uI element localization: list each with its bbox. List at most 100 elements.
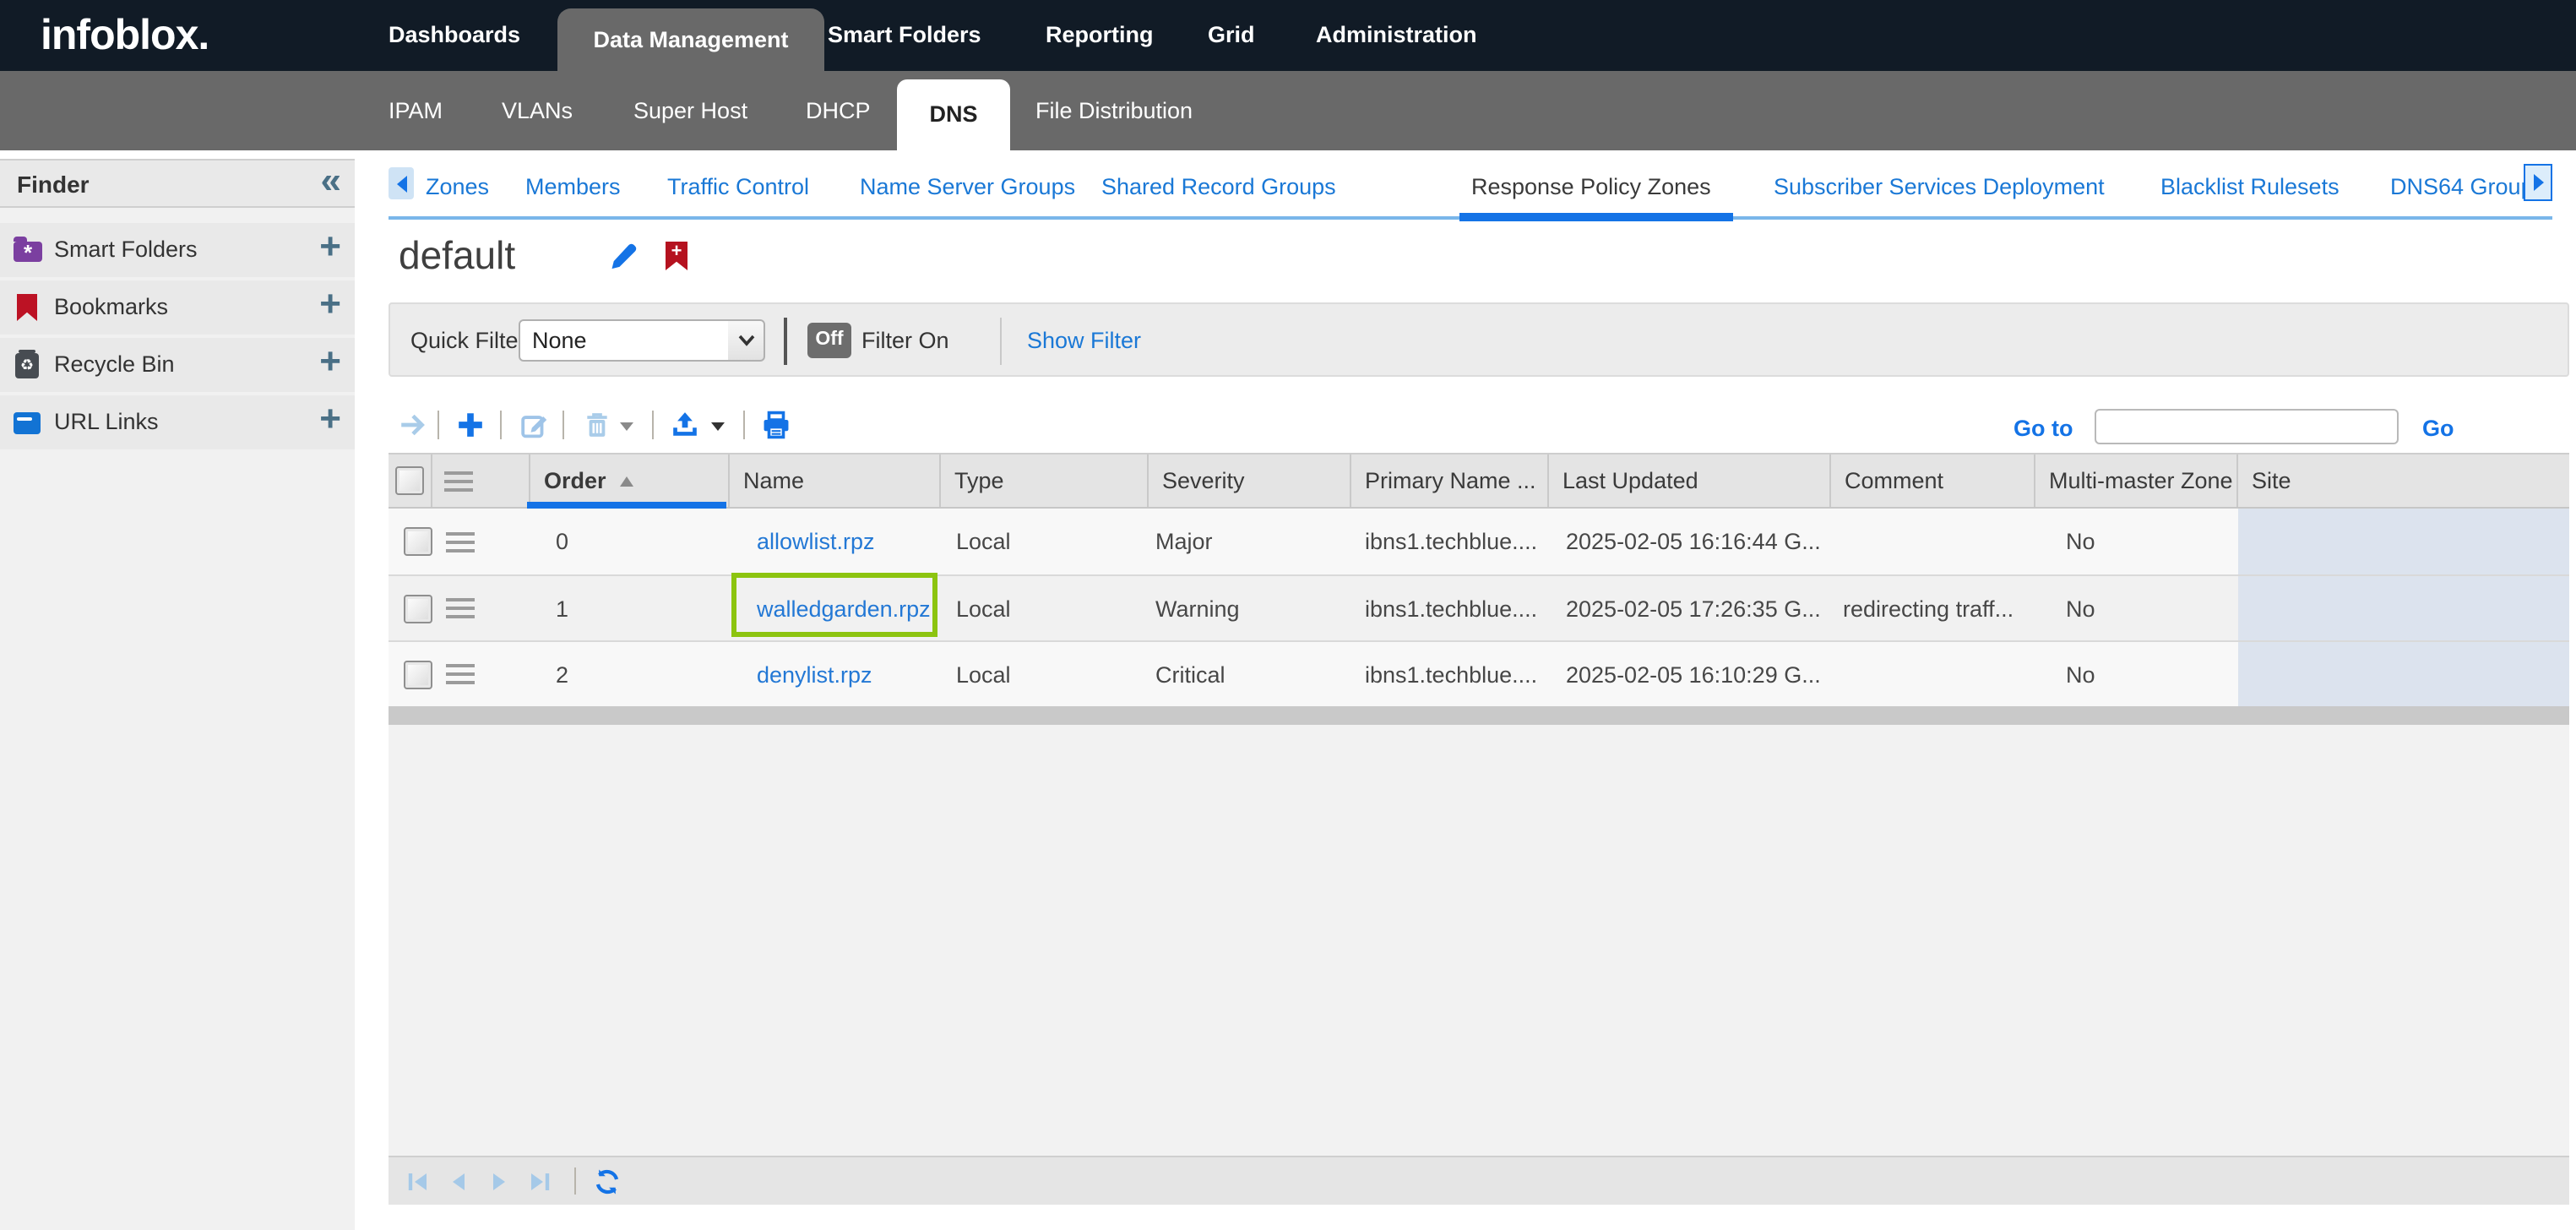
finder-header: Finder « [0,161,355,208]
row-checkbox[interactable] [403,594,432,623]
cell-comment: redirecting traff... [1831,596,2035,621]
row-checkbox[interactable] [403,660,432,688]
column-header-multi-master-zone[interactable]: Multi-master Zone [2035,454,2238,507]
print-icon[interactable] [762,411,791,439]
subnav-file-distribution[interactable]: File Distribution [1035,71,1193,150]
column-header-type[interactable]: Type [941,454,1149,507]
first-page-icon[interactable] [405,1168,431,1194]
sidebar-item-smart-folders[interactable]: Smart Folders + [0,223,355,277]
cell-primary-name: ibns1.techblue.... [1351,596,1549,621]
column-header-site[interactable]: Site [2238,454,2569,507]
pagination-separator [574,1167,576,1195]
add-bookmark-icon[interactable]: + [666,242,687,270]
row-menu-icon[interactable] [446,531,475,552]
edit-pencil-icon[interactable] [608,242,639,272]
header-menu-cell[interactable] [432,454,530,507]
column-header-last-updated[interactable]: Last Updated [1549,454,1831,507]
toolbar-separator [652,411,654,439]
divider [784,318,787,365]
row-checkbox[interactable] [403,527,432,556]
tab-scroll-right-button[interactable] [2524,164,2552,201]
edit-icon[interactable] [520,411,549,439]
cell-last-updated: 2025-02-05 16:16:44 G... [1549,529,1831,554]
table-row-denylist[interactable]: 2 denylist.rpz Local Critical ibns1.tech… [389,640,2569,706]
column-header-primary-name[interactable]: Primary Name ... [1351,454,1549,507]
subnav-dhcp[interactable]: DHCP [806,71,871,150]
column-header-comment[interactable]: Comment [1831,454,2035,507]
tab-blacklist-rulesets[interactable]: Blacklist Rulesets [2160,174,2340,199]
nav-administration[interactable]: Administration [1316,0,1477,71]
sidebar-item-recycle-bin[interactable]: Recycle Bin + [0,338,355,392]
nav-dashboards[interactable]: Dashboards [389,0,520,71]
cell-order: 2 [530,661,730,687]
tab-name-server-groups[interactable]: Name Server Groups [860,174,1075,199]
column-header-name[interactable]: Name [730,454,941,507]
tab-traffic-control[interactable]: Traffic Control [667,174,809,199]
subnav-dns[interactable]: DNS [897,79,1010,150]
table-row-allowlist[interactable]: 0 allowlist.rpz Local Major ibns1.techbl… [389,509,2569,574]
delete-trash-icon[interactable] [583,411,611,439]
subnav-vlans[interactable]: VLANs [502,71,573,150]
tab-dns64-group[interactable]: DNS64 Group [2390,174,2524,199]
delete-dropdown-caret[interactable] [620,422,633,431]
column-header-severity[interactable]: Severity [1149,454,1351,507]
cell-severity: Warning [1149,596,1351,621]
table-menu-icon [444,471,473,491]
show-filter-link[interactable]: Show Filter [1027,328,1141,353]
add-smart-folder-button[interactable]: + [319,225,341,269]
toolbar-separator [562,411,564,439]
row-menu-icon[interactable] [446,598,475,618]
nav-grid[interactable]: Grid [1208,0,1255,71]
select-all-checkbox[interactable] [395,466,424,495]
filter-on-label: Filter On [861,328,949,353]
cell-site [2238,509,2569,574]
goto-label: Go to [2014,416,2073,441]
table-scroll-grab-bar[interactable] [389,706,2569,725]
import-export-dropdown-caret[interactable] [711,422,725,431]
pagination-bar [389,1156,2569,1205]
quick-filter-label: Quick Filter [410,328,526,353]
tab-members[interactable]: Members [525,174,621,199]
page-title: default [399,233,515,279]
sidebar-item-bookmarks[interactable]: Bookmarks + [0,280,355,335]
infoblox-logo: infoblox. [41,12,209,61]
zone-link-denylist[interactable]: denylist.rpz [757,661,872,687]
tab-subscriber-services-deployment[interactable]: Subscriber Services Deployment [1774,174,2105,199]
bookmark-icon [17,294,37,321]
zone-link-walledgarden[interactable]: walledgarden.rpz [757,596,931,621]
sidebar-item-url-links[interactable]: URL Links + [0,395,355,449]
tab-response-policy-zones[interactable]: Response Policy Zones [1471,174,1711,199]
subnav-ipam[interactable]: IPAM [389,71,443,150]
quick-filter-dropdown-button[interactable] [728,319,765,362]
tab-scroll-left-button[interactable] [389,167,414,199]
subnav-super-host[interactable]: Super Host [633,71,747,150]
nav-reporting[interactable]: Reporting [1046,0,1154,71]
nav-smart-folders[interactable]: Smart Folders [828,0,981,71]
tab-shared-record-groups[interactable]: Shared Record Groups [1101,174,1336,199]
next-page-icon[interactable] [486,1168,512,1194]
column-header-order[interactable]: Order [530,454,730,507]
add-icon[interactable] [456,411,485,439]
filter-toggle-badge[interactable]: Off [807,323,851,358]
refresh-icon[interactable] [593,1167,622,1195]
quick-filter-bar: Quick Filter None Off Filter On Show Fil… [389,302,2569,377]
previous-page-icon[interactable] [446,1168,471,1194]
last-page-icon[interactable] [527,1168,552,1194]
expand-recycle-bin-button[interactable]: + [319,340,341,384]
go-button[interactable]: Go [2422,416,2454,441]
quick-filter-dropdown[interactable]: None [519,319,730,362]
open-arrow-icon[interactable] [399,411,427,439]
toolbar-separator [437,411,439,439]
table-row-walledgarden[interactable]: 1 walledgarden.rpz Local Warning ibns1.t… [389,574,2569,640]
zone-link-allowlist[interactable]: allowlist.rpz [757,529,875,554]
cell-primary-name: ibns1.techblue.... [1351,529,1549,554]
tab-zones[interactable]: Zones [426,174,489,199]
cell-type: Local [941,661,1149,687]
collapse-panel-icon[interactable]: « [321,159,342,203]
add-url-link-button[interactable]: + [319,397,341,441]
goto-input[interactable] [2095,409,2399,444]
import-export-icon[interactable] [671,411,699,439]
row-menu-icon[interactable] [446,664,475,684]
cell-type: Local [941,596,1149,621]
add-bookmark-button[interactable]: + [319,282,341,326]
